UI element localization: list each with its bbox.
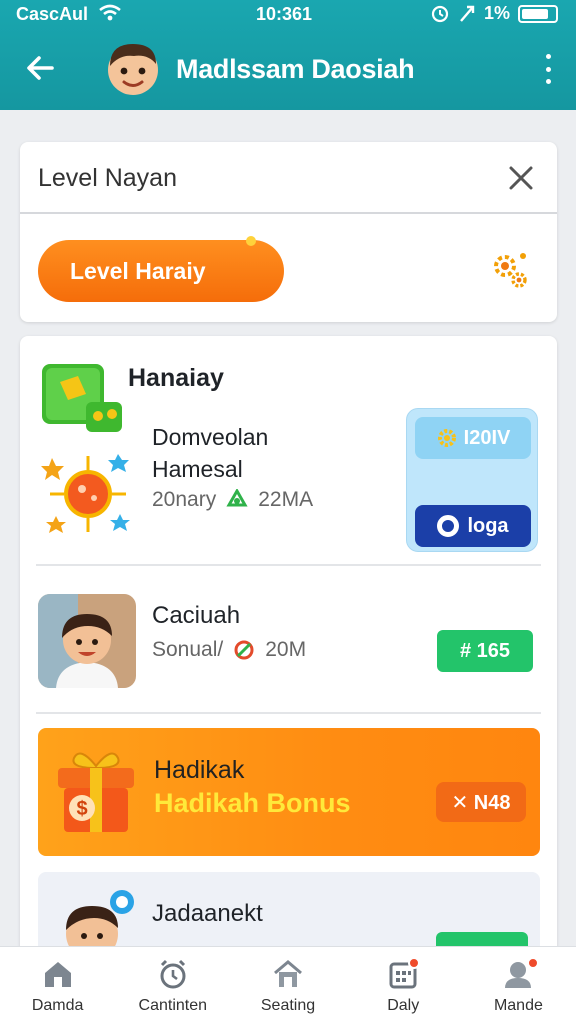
- bottom-tab-bar: Damda Cantinten Seating Daly Mande: [0, 946, 576, 1024]
- svg-text:$: $: [76, 798, 87, 820]
- banner-subtitle: Hadikah Bonus: [154, 788, 351, 818]
- search-row: [20, 142, 557, 214]
- list-item[interactable]: Hanaiay Domveolan Hamesal 20nary 22MA I2…: [20, 336, 557, 566]
- meta-right: 22MA: [258, 488, 314, 511]
- item-meta: Sonual/ 20M: [152, 638, 306, 662]
- no-entry-icon: [234, 640, 254, 660]
- gear-icon: [437, 429, 456, 447]
- battery-icon: [518, 4, 558, 23]
- divider: [36, 712, 541, 714]
- signal-icon: [460, 5, 475, 22]
- tab-damda[interactable]: Damda: [0, 947, 115, 1024]
- meta-right: 20M: [265, 638, 307, 661]
- notification-badge: [526, 957, 539, 969]
- content-list: Hanaiay Domveolan Hamesal 20nary 22MA I2…: [20, 336, 557, 976]
- gift-icon: $: [54, 744, 138, 836]
- home-icon: [274, 960, 302, 987]
- alarm-icon: [431, 5, 449, 22]
- meta-left: Sonual/: [152, 638, 224, 661]
- tab-seating[interactable]: Seating: [230, 947, 345, 1024]
- item-title: Hanaiay: [128, 364, 224, 392]
- wifi-icon: [98, 3, 122, 28]
- tab-label: Seating: [260, 997, 316, 1014]
- level-button-label: Level Haraiy: [70, 258, 206, 284]
- gears-icon[interactable]: [485, 246, 533, 294]
- battery-percent: 1%: [483, 3, 510, 23]
- tab-label: Daly: [387, 997, 420, 1014]
- item-title: Caciuah: [152, 602, 241, 629]
- search-card: Level Haraiy: [20, 142, 557, 322]
- level-button[interactable]: Level Haraiy: [38, 236, 284, 302]
- circle-icon: [437, 515, 460, 537]
- more-options-icon[interactable]: [538, 54, 558, 84]
- wallet-icon: [38, 360, 126, 436]
- tab-label: Cantinten: [138, 997, 208, 1014]
- tab-cantinten[interactable]: Cantinten: [115, 947, 230, 1024]
- secondary-action-button[interactable]: loga: [415, 505, 531, 547]
- user-avatar[interactable]: [104, 38, 162, 98]
- meta-left: 20nary: [152, 488, 217, 511]
- recycle-icon: [226, 489, 248, 507]
- page-title: Madlssam Daosiah: [176, 54, 415, 84]
- notification-dot: [246, 236, 256, 246]
- item-line: Domveolan: [152, 424, 269, 450]
- item-action-panel: I20IV loga: [406, 408, 538, 552]
- tab-daly[interactable]: Daly: [346, 947, 461, 1024]
- back-arrow-icon[interactable]: [22, 50, 58, 86]
- tab-label: Damda: [31, 997, 84, 1014]
- primary-action-button[interactable]: I20IV: [415, 417, 531, 459]
- search-input[interactable]: [38, 160, 498, 196]
- banner-action-button[interactable]: ✕ N48: [436, 782, 526, 822]
- item-meta: 20nary 22MA: [152, 488, 313, 512]
- alarm-clock-icon: [160, 959, 186, 989]
- notification-badge: [407, 957, 420, 969]
- close-icon[interactable]: [507, 164, 535, 192]
- status-icons: 1%: [430, 3, 558, 24]
- secondary-action-label: loga: [467, 514, 509, 537]
- app-header: CascAul 10:361 1% Madlssam Daosiah: [0, 0, 576, 110]
- carrier-label: CascAul: [16, 4, 89, 24]
- item-line: Hamesal: [152, 456, 243, 482]
- banner-title: Hadikak: [154, 756, 245, 784]
- item-title: Jadaanekt: [152, 900, 263, 927]
- home-icon: [44, 962, 71, 987]
- tab-mande[interactable]: Mande: [461, 947, 576, 1024]
- clock-label: 10:361: [256, 4, 313, 24]
- sun-burst-icon: [38, 444, 138, 544]
- tab-label: Mande: [493, 997, 543, 1014]
- bonus-banner[interactable]: $ Hadikak Hadikah Bonus ✕ N48: [38, 728, 540, 856]
- primary-action-label: I20IV: [463, 426, 511, 449]
- status-bar: CascAul 10:361 1%: [0, 0, 576, 30]
- price-button[interactable]: # 165: [437, 630, 533, 672]
- avatar: [38, 594, 136, 688]
